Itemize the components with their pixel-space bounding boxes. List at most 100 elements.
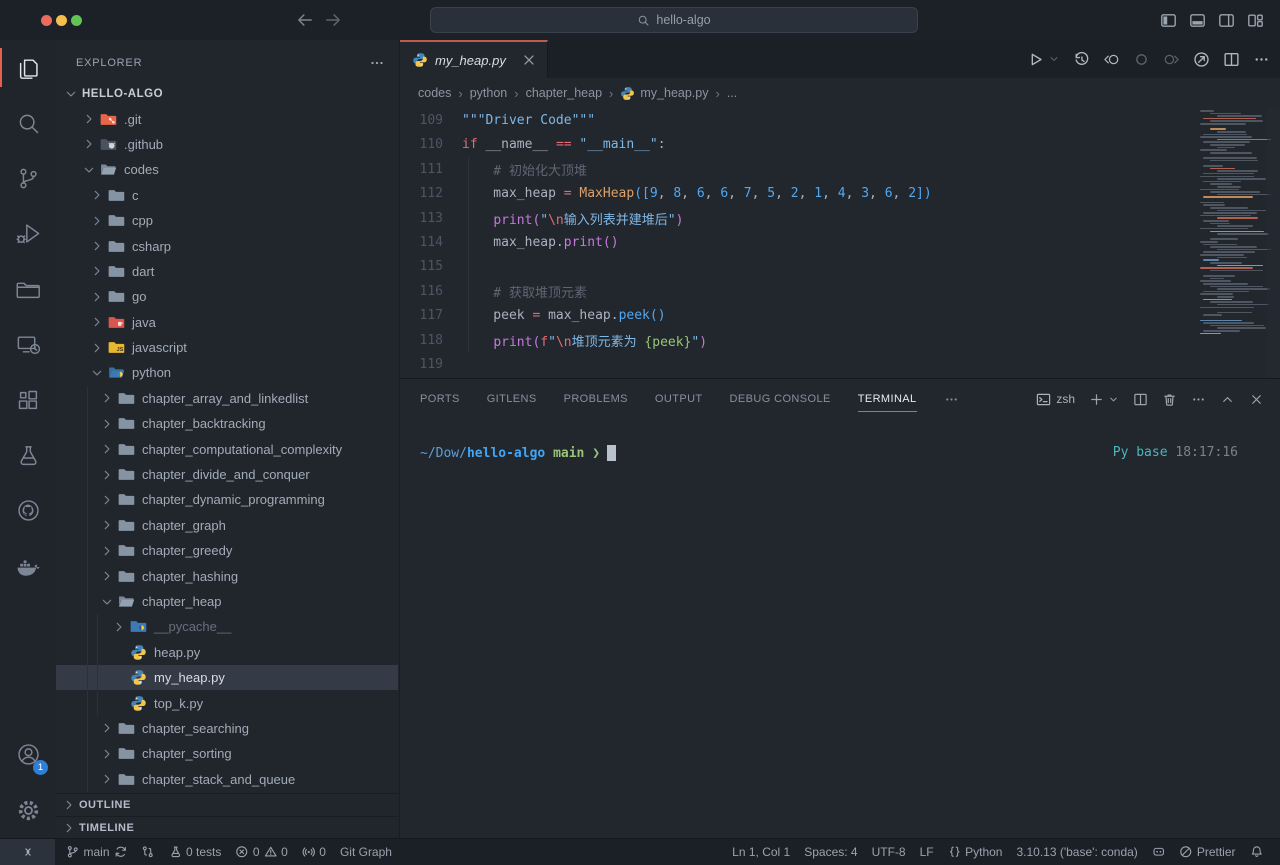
status-git-compare[interactable]: [134, 839, 162, 865]
activity-item-project-manager[interactable]: [0, 262, 56, 317]
status-python-interpreter[interactable]: 3.10.13 ('base': conda): [1009, 839, 1144, 865]
tree-item--git[interactable]: .git: [56, 106, 398, 131]
scrollbar[interactable]: [1267, 108, 1280, 378]
panel-tab-terminal[interactable]: TERMINAL: [858, 379, 917, 419]
breadcrumb-chapter-heap[interactable]: chapter_heap: [526, 86, 602, 100]
status-cursor-position[interactable]: Ln 1, Col 1: [725, 839, 797, 865]
tree-item-csharp[interactable]: csharp: [56, 233, 398, 258]
status-git-graph[interactable]: Git Graph: [333, 839, 399, 865]
tree-item--github[interactable]: .github: [56, 132, 398, 157]
tree-item-chapter-dynamic-programming[interactable]: chapter_dynamic_programming: [56, 487, 398, 512]
tree-item-top-k-py[interactable]: top_k.py: [56, 690, 398, 715]
run-dropdown[interactable]: [1048, 53, 1060, 65]
navigate-attempt[interactable]: [1133, 51, 1150, 68]
status-notifications[interactable]: [1243, 839, 1271, 865]
panel-tab-problems[interactable]: PROBLEMS: [564, 379, 628, 419]
panel-tab-output[interactable]: OUTPUT: [655, 379, 703, 419]
terminal[interactable]: ~/Dow/hello-algo main ❯ Py base 18:17:16: [420, 445, 1260, 461]
tree-item-chapter-backtracking[interactable]: chapter_backtracking: [56, 411, 398, 436]
tree-item-c[interactable]: c: [56, 183, 398, 208]
activity-item-github[interactable]: [0, 483, 56, 538]
tree-item-chapter-graph[interactable]: chapter_graph: [56, 513, 398, 538]
tree-item-chapter-array-and-linkedlist[interactable]: chapter_array_and_linkedlist: [56, 386, 398, 411]
navigate-back[interactable]: [1103, 51, 1120, 68]
section-outline[interactable]: OUTLINE: [56, 793, 398, 816]
panel-tab-debug-console[interactable]: DEBUG CONSOLE: [730, 379, 831, 419]
window-close-button[interactable]: [41, 15, 52, 26]
tree-item-chapter-heap[interactable]: chapter_heap: [56, 589, 398, 614]
activity-item-docker[interactable]: [0, 539, 56, 594]
toggle-secondary-sidebar[interactable]: [1218, 12, 1235, 29]
breadcrumb--[interactable]: ...: [727, 86, 737, 100]
tree-item-chapter-computational-complexity[interactable]: chapter_computational_complexity: [56, 436, 398, 461]
tree-item-java[interactable]: java: [56, 310, 398, 335]
status-problems[interactable]: 00: [228, 839, 294, 865]
breadcrumb-python[interactable]: python: [470, 86, 508, 100]
activity-item-source-control[interactable]: [0, 151, 56, 206]
kill-terminal[interactable]: [1162, 392, 1177, 407]
explorer-more-actions-icon[interactable]: [369, 55, 385, 71]
navigate-forward[interactable]: [1163, 51, 1180, 68]
forward-arrow-icon[interactable]: [324, 11, 342, 29]
status-prettier[interactable]: Prettier: [1172, 839, 1242, 865]
tree-item-heap-py[interactable]: heap.py: [56, 640, 398, 665]
new-terminal[interactable]: [1089, 392, 1104, 407]
split-editor[interactable]: [1223, 51, 1240, 68]
tree-item-chapter-hashing[interactable]: chapter_hashing: [56, 563, 398, 588]
activity-item-search[interactable]: [0, 95, 56, 150]
section-timeline[interactable]: TIMELINE: [56, 816, 398, 839]
tree-item-codes[interactable]: codes: [56, 157, 398, 182]
remote-indicator[interactable]: [0, 839, 55, 865]
activity-item-extensions[interactable]: [0, 372, 56, 427]
close-panel[interactable]: [1249, 392, 1264, 407]
status-encoding[interactable]: UTF-8: [865, 839, 913, 865]
breadcrumb-my-heap-py[interactable]: my_heap.py: [620, 86, 708, 101]
tree-item-hello-algo[interactable]: HELLO-ALGO: [56, 81, 398, 106]
activity-item-remote-explorer[interactable]: [0, 317, 56, 372]
status-language-mode[interactable]: Python: [941, 839, 1010, 865]
status-eol[interactable]: LF: [913, 839, 941, 865]
activity-item-testing[interactable]: [0, 428, 56, 483]
close-icon[interactable]: [521, 52, 537, 68]
code-editor[interactable]: 109"""Driver Code"""110if __name__ == "_…: [400, 108, 1280, 378]
activity-item-accounts[interactable]: 1: [0, 727, 56, 782]
customize-layout[interactable]: [1247, 12, 1264, 29]
toggle-primary-sidebar[interactable]: [1160, 12, 1177, 29]
tree-item-go[interactable]: go: [56, 284, 398, 309]
run-or-debug[interactable]: [1193, 51, 1210, 68]
tree-item-chapter-stack-and-queue[interactable]: chapter_stack_and_queue: [56, 767, 398, 792]
tab-my-heap-py[interactable]: my_heap.py: [400, 40, 548, 78]
window-minimize-button[interactable]: [56, 15, 67, 26]
back-arrow-icon[interactable]: [296, 11, 314, 29]
run-python-file[interactable]: [1027, 51, 1044, 68]
status-tests[interactable]: 0 tests: [162, 839, 229, 865]
toggle-panel[interactable]: [1189, 12, 1206, 29]
breadcrumb-codes[interactable]: codes: [418, 86, 451, 100]
panel-tab-gitlens[interactable]: GITLENS: [487, 379, 537, 419]
tree-item-chapter-sorting[interactable]: chapter_sorting: [56, 741, 398, 766]
status-indentation[interactable]: Spaces: 4: [797, 839, 864, 865]
shell-selector[interactable]: zsh: [1036, 392, 1075, 407]
tree-item-chapter-divide-and-conquer[interactable]: chapter_divide_and_conquer: [56, 462, 398, 487]
minimap[interactable]: [1200, 110, 1262, 345]
split-terminal[interactable]: [1133, 392, 1148, 407]
tree-item-cpp[interactable]: cpp: [56, 208, 398, 233]
status-copilot[interactable]: [1145, 839, 1173, 865]
status-feedback[interactable]: 0: [295, 839, 333, 865]
terminal-more-actions[interactable]: [1191, 392, 1206, 407]
panel-tabs-overflow[interactable]: [944, 379, 959, 419]
activity-item-explorer[interactable]: [0, 40, 56, 95]
tree-item-my-heap-py[interactable]: my_heap.py: [56, 665, 398, 690]
tree-item-chapter-searching[interactable]: chapter_searching: [56, 716, 398, 741]
tree-item-python[interactable]: python: [56, 360, 398, 385]
status-scm-branch[interactable]: main: [59, 839, 134, 865]
window-zoom-button[interactable]: [71, 15, 82, 26]
tree-item--pycache-[interactable]: __pycache__: [56, 614, 398, 639]
tree-item-javascript[interactable]: JSjavascript: [56, 335, 398, 360]
panel-tab-ports[interactable]: PORTS: [420, 379, 460, 419]
more-editor-actions[interactable]: [1253, 51, 1270, 68]
gitlens-file-history[interactable]: [1073, 51, 1090, 68]
tree-item-chapter-greedy[interactable]: chapter_greedy: [56, 538, 398, 563]
launch-profile-dropdown[interactable]: [1108, 394, 1119, 405]
activity-item-settings[interactable]: [0, 783, 56, 838]
